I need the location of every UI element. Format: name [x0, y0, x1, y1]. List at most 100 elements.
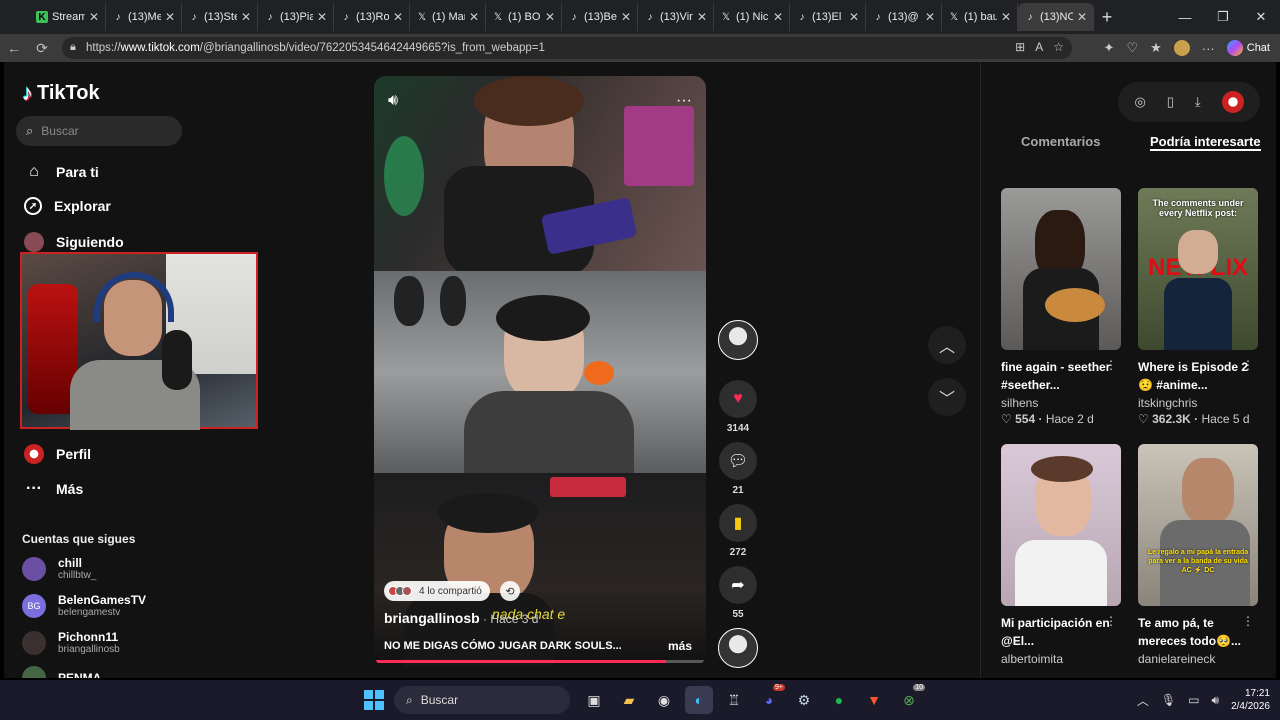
previous-video-button[interactable]: ︿ — [928, 326, 966, 364]
search-input[interactable]: ⌕ Buscar — [16, 116, 182, 146]
url-field[interactable]: 🔒︎ https://www.tiktok.com/@briangallinos… — [62, 37, 1072, 59]
xbox-icon[interactable]: ⊗ 10 — [895, 684, 925, 714]
volume-icon[interactable]: 🔊︎ — [388, 92, 398, 110]
suggested-video-card[interactable]: Le regalo a mi papá la entrada para ver … — [1138, 444, 1258, 666]
suggested-video-card[interactable]: ⋮ Mi participación en @El... albertoimit… — [1001, 444, 1121, 666]
browser-tab[interactable]: 𝕏 (1) bau ✕ — [942, 3, 1018, 31]
save-button[interactable]: ▮ 272 — [716, 504, 760, 558]
nav-item-explorar[interactable]: ➚ Explorar — [24, 197, 111, 215]
close-tab-icon[interactable]: ✕ — [241, 10, 251, 24]
tab-comentarios[interactable]: Comentarios — [1021, 126, 1100, 149]
clock[interactable]: 17:21 2/4/2026 — [1231, 687, 1270, 713]
card-options-icon[interactable]: ⋮ — [1242, 358, 1254, 372]
browser-tab[interactable]: 𝕏 (1) BO ✕ — [486, 3, 562, 31]
spotify-icon[interactable]: ● — [825, 686, 853, 714]
capture-app-icon[interactable]: ◉ — [650, 686, 678, 714]
like-button[interactable]: ♥ 3144 — [716, 380, 760, 434]
close-tab-icon[interactable]: ✕ — [165, 10, 175, 24]
close-tab-icon[interactable]: ✕ — [545, 10, 555, 24]
browser-tab[interactable]: ♪ (13)Me ✕ — [106, 3, 182, 31]
extensions-icon[interactable]: ✦ — [1104, 40, 1115, 56]
nav-item-para-ti[interactable]: ⌂ Para ti — [24, 162, 99, 182]
suggested-video-card[interactable]: ⋮ fine again - seether #seether... silhe… — [1001, 188, 1121, 426]
edge-icon[interactable]: ◐ — [685, 686, 713, 714]
next-video-button[interactable]: ﹀ — [928, 378, 966, 416]
browser-tab[interactable]: ♪ (13)NO ✕ — [1018, 3, 1094, 31]
volume-icon[interactable]: 🔊︎ — [1212, 693, 1220, 708]
close-tab-icon[interactable]: ✕ — [621, 10, 631, 24]
device-icon[interactable]: ▯ — [1167, 94, 1174, 110]
browser-tab[interactable]: ♪ (13)El ✕ — [790, 3, 866, 31]
share-button[interactable]: ➦ 55 — [716, 566, 760, 620]
video-progress-bar[interactable] — [374, 660, 706, 663]
start-button[interactable] — [364, 690, 384, 710]
coin-icon[interactable]: ◎ — [1134, 94, 1145, 110]
task-view-icon[interactable]: ▣ — [580, 686, 608, 714]
close-tab-icon[interactable]: ✕ — [849, 10, 859, 24]
minimize-button[interactable]: — — [1166, 0, 1204, 34]
browser-tab[interactable]: ♪ (13)Pia ✕ — [258, 3, 334, 31]
following-account[interactable]: chill chillbtw_ — [22, 556, 96, 581]
profile-avatar-icon[interactable] — [1173, 40, 1190, 56]
suggested-video-card[interactable]: The comments under every Netflix post: N… — [1138, 188, 1258, 426]
browser-tab[interactable]: ♪ (13)Be ✕ — [562, 3, 638, 31]
network-icon[interactable]: ▭ — [1188, 693, 1199, 707]
favorites-icon[interactable]: ★ — [1150, 40, 1162, 56]
brave-icon[interactable]: ▼ — [860, 686, 888, 714]
nav-item-mas[interactable]: ··· Más — [24, 479, 83, 499]
browser-tab[interactable]: ♪ (13)@ ✕ — [866, 3, 942, 31]
card-options-icon[interactable]: ⋮ — [1105, 614, 1117, 628]
user-avatar[interactable] — [1221, 91, 1244, 113]
close-tab-icon[interactable]: ✕ — [317, 10, 327, 24]
browser-essentials-icon[interactable]: ♡ — [1126, 40, 1138, 56]
browser-tab[interactable]: ♪ (13)Vin ✕ — [638, 3, 714, 31]
sound-avatar-button[interactable] — [716, 628, 760, 668]
taskbar-search[interactable]: ⌕ Buscar — [394, 686, 570, 714]
nav-item-siguiendo[interactable]: Siguiendo — [24, 232, 124, 252]
browser-tab[interactable]: K Stream ✕ — [30, 3, 106, 31]
close-tab-icon[interactable]: ✕ — [925, 10, 935, 24]
refresh-button[interactable]: ⟳ — [28, 34, 56, 62]
card-options-icon[interactable]: ⋮ — [1242, 614, 1254, 628]
tiktok-logo[interactable]: ♪ TikTok — [22, 80, 100, 106]
following-account[interactable]: Pichonn11 briangallinosb — [22, 630, 120, 655]
close-tab-icon[interactable]: ✕ — [773, 10, 783, 24]
close-tab-icon[interactable]: ✕ — [393, 10, 403, 24]
video-player[interactable]: 🔊︎ ··· nada chat e 4 lo compartió ⟲ bria… — [374, 76, 706, 666]
chevron-up-icon[interactable]: ︿ — [1137, 692, 1149, 709]
browser-tab[interactable]: 𝕏 (1) Mar ✕ — [410, 3, 486, 31]
video-author[interactable]: briangallinosb · Hace 3 d — [384, 610, 538, 626]
close-window-button[interactable]: ✕ — [1242, 0, 1280, 34]
file-explorer-icon[interactable]: ▰ — [615, 686, 643, 714]
download-icon[interactable]: ⤓ — [1195, 94, 1201, 110]
microphone-icon[interactable]: 🎙︎ — [1161, 693, 1176, 707]
discord-icon[interactable]: ◕ 9+ — [755, 684, 785, 714]
browser-tab[interactable]: 𝕏 (1) Nic ✕ — [714, 3, 790, 31]
settings-more-icon[interactable]: ··· — [1202, 41, 1215, 56]
tab-podria-interesarte[interactable]: Podría interesarte — [1150, 126, 1261, 151]
close-tab-icon[interactable]: ✕ — [469, 10, 479, 24]
browser-tab[interactable]: ♪ (13)Ro ✕ — [334, 3, 410, 31]
repost-icon[interactable]: ⟲ — [500, 581, 520, 601]
nav-item-perfil[interactable]: Perfil — [24, 444, 91, 464]
copilot-chat-button[interactable]: Chat — [1226, 40, 1270, 56]
close-tab-icon[interactable]: ✕ — [1077, 10, 1087, 24]
translate-icon[interactable]: A — [1035, 40, 1043, 54]
new-tab-button[interactable]: + — [1094, 3, 1120, 31]
back-button[interactable]: ← — [0, 34, 28, 62]
favorite-star-icon[interactable]: ☆ — [1053, 40, 1064, 54]
video-options-icon[interactable]: ··· — [676, 92, 692, 110]
browser-tab[interactable]: ♪ (13)Ste ✕ — [182, 3, 258, 31]
comment-button[interactable]: 💬︎ 21 — [716, 442, 760, 496]
following-account[interactable]: PENMA — [22, 666, 101, 678]
close-tab-icon[interactable]: ✕ — [89, 10, 99, 24]
close-tab-icon[interactable]: ✕ — [697, 10, 707, 24]
app-icon[interactable]: ♖ — [720, 686, 748, 714]
shared-by-pill[interactable]: 4 lo compartió — [384, 581, 490, 601]
creator-avatar-button[interactable] — [716, 320, 760, 360]
card-options-icon[interactable]: ⋮ — [1105, 358, 1117, 372]
maximize-button[interactable]: ❐ — [1204, 0, 1242, 34]
steam-icon[interactable]: ⚙ — [790, 686, 818, 714]
following-account[interactable]: BG BelenGamesTV belengamestv — [22, 593, 146, 618]
close-tab-icon[interactable]: ✕ — [1001, 10, 1011, 24]
